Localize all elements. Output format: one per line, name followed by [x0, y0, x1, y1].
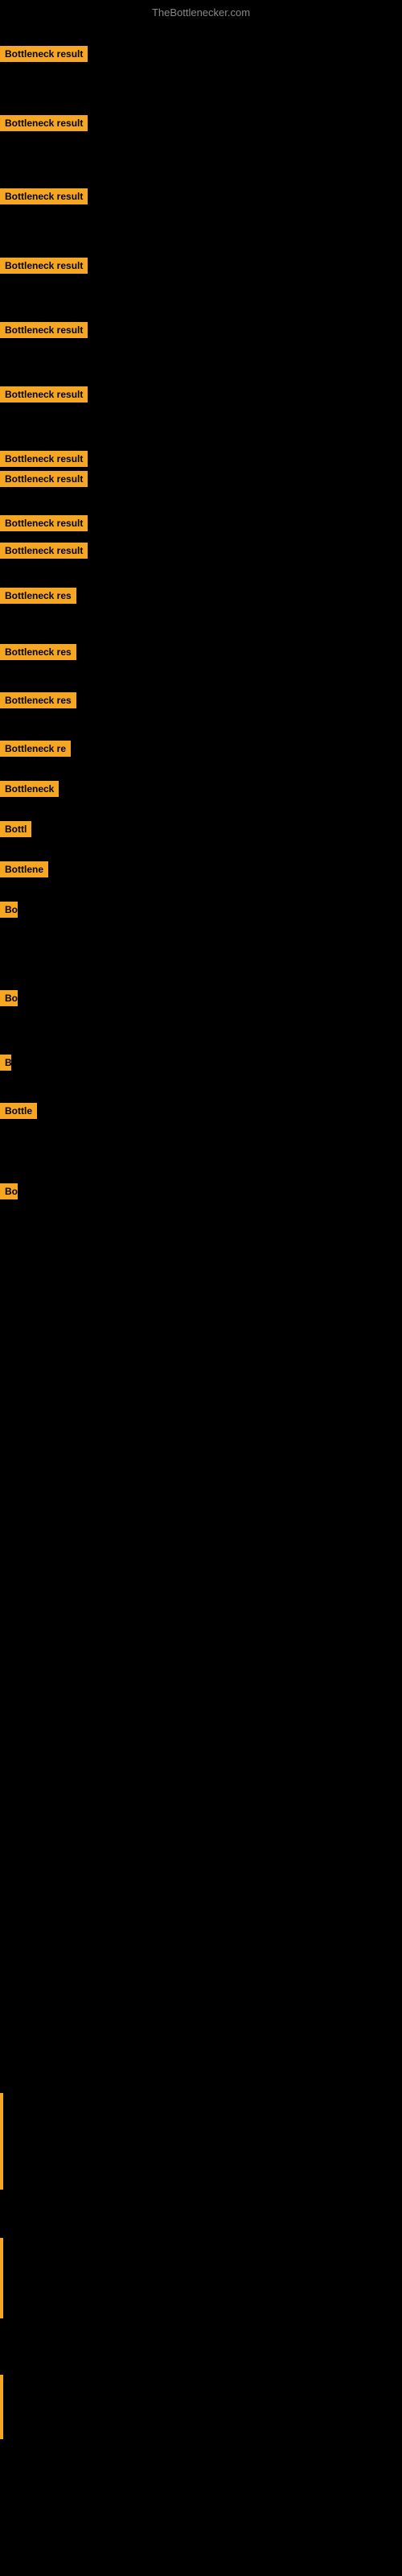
bottleneck-badge: Bottleneck result [0, 188, 88, 204]
bottleneck-badge: Bottleneck result [0, 451, 88, 467]
bottleneck-badge: Bottleneck re [0, 741, 71, 757]
bottleneck-badge: B [0, 1055, 11, 1071]
bottleneck-badge: Bo [0, 902, 18, 918]
bottleneck-badge: Bottleneck [0, 781, 59, 797]
bottleneck-badge: Bottleneck result [0, 322, 88, 338]
bottleneck-badge: Bottlene [0, 861, 48, 877]
bottleneck-badge: Bottleneck res [0, 588, 76, 604]
bottleneck-badge: Bottle [0, 1103, 37, 1119]
bottleneck-badge: Bottleneck result [0, 46, 88, 62]
bottleneck-badge: Bottleneck result [0, 115, 88, 131]
site-title: TheBottlenecker.com [0, 6, 402, 19]
bottleneck-badge: Bottleneck result [0, 543, 88, 559]
bottleneck-badge: Bottleneck result [0, 471, 88, 487]
vertical-bar [0, 2375, 3, 2439]
bottleneck-badge: Bottl [0, 821, 31, 837]
bottleneck-badge: Bottleneck res [0, 692, 76, 708]
vertical-bar [0, 2238, 3, 2318]
bottleneck-badge: Bo [0, 1183, 18, 1199]
bottleneck-badge: Bottleneck res [0, 644, 76, 660]
vertical-bar [0, 2093, 3, 2190]
bottleneck-badge: Bottleneck result [0, 386, 88, 402]
bottleneck-badge: Bo [0, 990, 18, 1006]
bottleneck-badge: Bottleneck result [0, 515, 88, 531]
bottleneck-badge: Bottleneck result [0, 258, 88, 274]
